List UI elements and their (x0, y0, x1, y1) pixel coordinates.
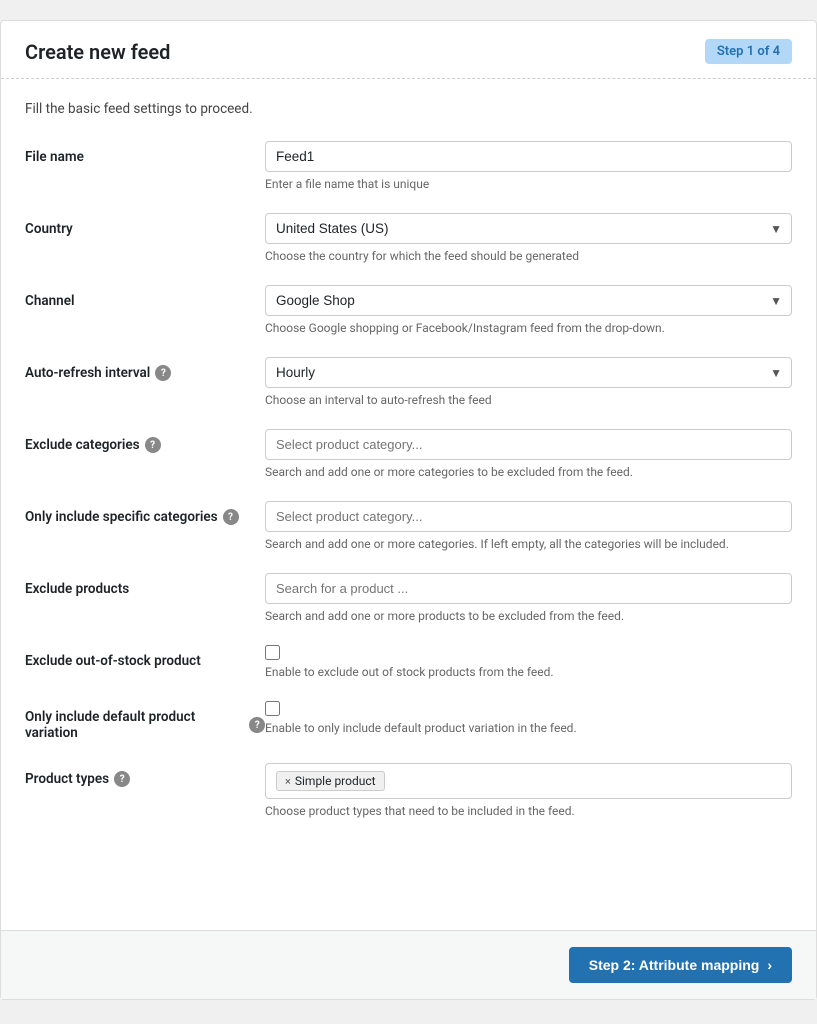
tag-label-simple: Simple product (295, 774, 376, 788)
default-variation-checkbox-row (265, 701, 792, 716)
include-categories-input[interactable] (265, 501, 792, 532)
file-name-input[interactable] (265, 141, 792, 172)
country-label: Country (25, 213, 265, 237)
file-name-label: File name (25, 141, 265, 165)
product-types-help-icon[interactable]: ? (114, 771, 130, 787)
channel-row: Channel Google Shop Facebook/Instagram ▼… (25, 285, 792, 335)
default-variation-hint: Enable to only include default product v… (265, 721, 792, 735)
channel-hint: Choose Google shopping or Facebook/Insta… (265, 321, 792, 335)
country-select[interactable]: United States (US) United Kingdom (UK) C… (265, 213, 792, 244)
exclude-products-row: Exclude products Search and add one or m… (25, 573, 792, 623)
include-categories-help-icon[interactable]: ? (223, 509, 239, 525)
exclude-categories-label: Exclude categories ? (25, 429, 265, 453)
next-button-arrow: › (767, 957, 772, 973)
exclude-out-of-stock-checkbox[interactable] (265, 645, 280, 660)
exclude-out-of-stock-checkbox-row (265, 645, 792, 660)
exclude-categories-hint: Search and add one or more categories to… (265, 465, 792, 479)
step-badge: Step 1 of 4 (705, 39, 792, 64)
product-types-hint: Choose product types that need to be inc… (265, 804, 792, 818)
auto-refresh-label: Auto-refresh interval ? (25, 357, 265, 381)
channel-label: Channel (25, 285, 265, 309)
product-type-tag-simple: × Simple product (276, 771, 385, 791)
exclude-categories-row: Exclude categories ? Search and add one … (25, 429, 792, 479)
next-button-label: Step 2: Attribute mapping (589, 957, 760, 973)
default-variation-checkbox[interactable] (265, 701, 280, 716)
auto-refresh-control: Hourly Daily Weekly ▼ Choose an interval… (265, 357, 792, 407)
include-categories-control: Search and add one or more categories. I… (265, 501, 792, 551)
channel-select-wrap: Google Shop Facebook/Instagram ▼ (265, 285, 792, 316)
exclude-categories-input[interactable] (265, 429, 792, 460)
subtitle: Fill the basic feed settings to proceed. (25, 101, 792, 117)
auto-refresh-hint: Choose an interval to auto-refresh the f… (265, 393, 792, 407)
page-title: Create new feed (25, 40, 170, 64)
auto-refresh-row: Auto-refresh interval ? Hourly Daily Wee… (25, 357, 792, 407)
exclude-products-label: Exclude products (25, 573, 265, 597)
footer: Step 2: Attribute mapping › (1, 930, 816, 999)
tag-remove-simple[interactable]: × (285, 775, 291, 788)
default-variation-control: Enable to only include default product v… (265, 701, 792, 735)
channel-select[interactable]: Google Shop Facebook/Instagram (265, 285, 792, 316)
include-categories-row: Only include specific categories ? Searc… (25, 501, 792, 551)
file-name-hint: Enter a file name that is unique (265, 177, 792, 191)
exclude-categories-help-icon[interactable]: ? (145, 437, 161, 453)
include-categories-hint: Search and add one or more categories. I… (265, 537, 792, 551)
file-name-row: File name Enter a file name that is uniq… (25, 141, 792, 191)
exclude-products-control: Search and add one or more products to b… (265, 573, 792, 623)
country-select-wrap: United States (US) United Kingdom (UK) C… (265, 213, 792, 244)
auto-refresh-help-icon[interactable]: ? (155, 365, 171, 381)
next-button[interactable]: Step 2: Attribute mapping › (569, 947, 792, 983)
file-name-control: Enter a file name that is unique (265, 141, 792, 191)
auto-refresh-select[interactable]: Hourly Daily Weekly (265, 357, 792, 388)
channel-control: Google Shop Facebook/Instagram ▼ Choose … (265, 285, 792, 335)
product-types-tag-input[interactable]: × Simple product (265, 763, 792, 799)
product-types-control: × Simple product Choose product types th… (265, 763, 792, 818)
exclude-products-input[interactable] (265, 573, 792, 604)
default-variation-row: Only include default product variation ?… (25, 701, 792, 741)
exclude-out-of-stock-hint: Enable to exclude out of stock products … (265, 665, 792, 679)
product-types-row: Product types ? × Simple product Choose … (25, 763, 792, 818)
exclude-out-of-stock-label: Exclude out-of-stock product (25, 645, 265, 669)
country-control: United States (US) United Kingdom (UK) C… (265, 213, 792, 263)
country-hint: Choose the country for which the feed sh… (265, 249, 792, 263)
product-types-label: Product types ? (25, 763, 265, 787)
include-categories-label: Only include specific categories ? (25, 501, 265, 525)
exclude-products-hint: Search and add one or more products to b… (265, 609, 792, 623)
country-row: Country United States (US) United Kingdo… (25, 213, 792, 263)
exclude-categories-control: Search and add one or more categories to… (265, 429, 792, 479)
auto-refresh-select-wrap: Hourly Daily Weekly ▼ (265, 357, 792, 388)
exclude-out-of-stock-row: Exclude out-of-stock product Enable to e… (25, 645, 792, 679)
exclude-out-of-stock-control: Enable to exclude out of stock products … (265, 645, 792, 679)
default-variation-help-icon[interactable]: ? (249, 717, 265, 733)
default-variation-label: Only include default product variation ? (25, 701, 265, 741)
